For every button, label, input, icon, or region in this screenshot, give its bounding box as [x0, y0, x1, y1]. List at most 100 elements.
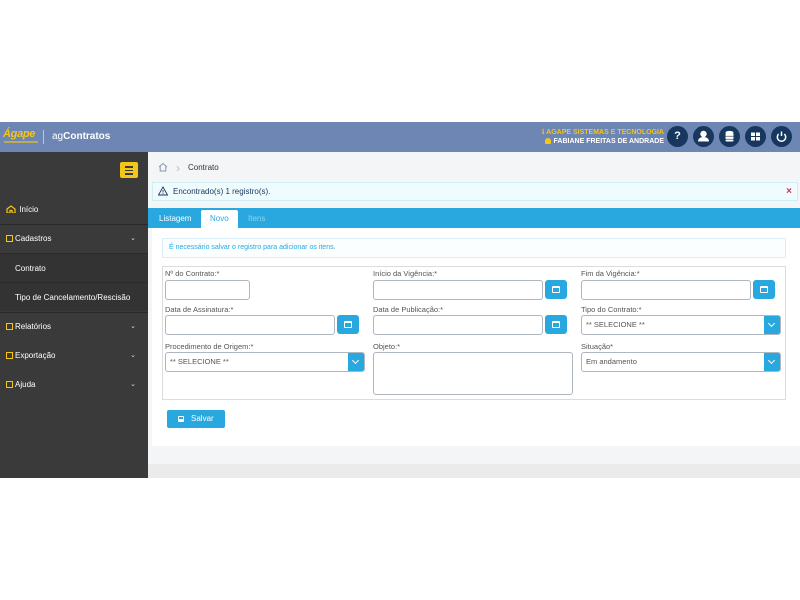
power-icon — [776, 131, 787, 142]
sidebar-item-tipo-cancelamento[interactable]: Tipo de Cancelamento/Rescisão — [0, 282, 148, 311]
user-label: FABIANE FREITAS DE ANDRADE — [553, 138, 664, 145]
chevron-down-icon[interactable] — [764, 353, 780, 371]
fim-vigencia-calendar-button[interactable] — [753, 280, 775, 299]
user-button[interactable] — [693, 126, 714, 147]
alert-message: Encontrado(s) 1 registro(s). — [173, 187, 271, 196]
chevron-down-icon: ⌄ — [130, 323, 136, 330]
data-assinatura-calendar-button[interactable] — [337, 315, 359, 334]
database-button[interactable] — [719, 126, 740, 147]
breadcrumb-current: Contrato — [188, 163, 219, 172]
footer-bar — [148, 464, 800, 478]
modules-icon — [751, 132, 760, 141]
top-bar: Ágape agContratos ℹ AGAPE SISTEMAS E TEC… — [0, 122, 800, 152]
folder-icon — [6, 381, 13, 388]
sidebar: Início Cadastros ⌄ Contrato Tipo de Canc… — [0, 152, 148, 478]
procedimento-origem-value: ** SELECIONE ** — [170, 357, 229, 366]
user-icon — [698, 130, 709, 142]
app-name: agContratos — [52, 131, 110, 142]
chevron-down-icon: ⌄ — [130, 235, 136, 242]
chevron-down-icon: ⌄ — [130, 381, 136, 388]
modules-button[interactable] — [745, 126, 766, 147]
tabs-bar: Listagem Novo Itens — [148, 208, 800, 228]
fim-vigencia-label: Fim da Vigência:* — [581, 269, 640, 278]
sidebar-item-label: Cadastros — [15, 234, 52, 243]
sidebar-item-cadastros[interactable]: Cadastros ⌄ — [0, 224, 148, 253]
info-message: É necessário salvar o registro para adic… — [162, 238, 786, 258]
data-publicacao-calendar-button[interactable] — [545, 315, 567, 334]
user-name: FABIANE FREITAS DE ANDRADE — [544, 138, 664, 145]
save-label: Salvar — [191, 414, 214, 423]
user-small-icon — [544, 138, 551, 144]
situacao-value: Em andamento — [586, 357, 637, 366]
situacao-select[interactable]: Em andamento — [581, 352, 781, 372]
warning-icon — [158, 186, 168, 196]
tipo-contrato-value: ** SELECIONE ** — [586, 320, 645, 329]
help-icon: ? — [674, 130, 681, 142]
chevron-down-icon[interactable] — [348, 353, 364, 371]
objeto-label: Objeto:* — [373, 342, 401, 351]
sidebar-item-ajuda[interactable]: Ajuda ⌄ — [0, 370, 148, 399]
close-icon[interactable]: × — [786, 183, 792, 200]
tipo-contrato-label: Tipo do Contrato:* — [581, 305, 642, 314]
folder-icon — [6, 352, 13, 359]
home-icon[interactable] — [158, 162, 168, 172]
tipo-contrato-select[interactable]: ** SELECIONE ** — [581, 315, 781, 335]
save-button[interactable]: Salvar — [167, 410, 225, 428]
sidebar-item-label: Contrato — [15, 264, 46, 273]
folder-icon — [6, 323, 13, 330]
database-icon — [725, 130, 734, 142]
main-content: › Contrato Encontrado(s) 1 registro(s). … — [148, 152, 800, 478]
inicio-vigencia-input[interactable] — [373, 280, 543, 300]
menu-line — [125, 169, 133, 171]
menu-line — [125, 173, 133, 175]
company-name: ℹ AGAPE SISTEMAS E TECNOLOGIA — [541, 129, 664, 136]
menu-line — [125, 166, 133, 168]
sidebar-item-label: Relatórios — [15, 322, 52, 331]
numero-contrato-input[interactable] — [165, 280, 250, 300]
inicio-vigencia-label: Início da Vigência:* — [373, 269, 438, 278]
procedimento-origem-label: Procedimento de Origem:* — [165, 342, 254, 351]
app-name-bold: Contratos — [63, 131, 111, 142]
floppy-disk-icon — [178, 416, 184, 422]
result-alert: Encontrado(s) 1 registro(s). × — [152, 182, 798, 201]
form-panel: É necessário salvar o registro para adic… — [152, 228, 800, 446]
numero-contrato-label: Nº do Contrato:* — [165, 269, 220, 278]
chevron-down-icon: ⌄ — [130, 352, 136, 359]
inicio-vigencia-calendar-button[interactable] — [545, 280, 567, 299]
calendar-icon — [552, 286, 560, 293]
company-label: AGAPE SISTEMAS E TECNOLOGIA — [546, 129, 664, 136]
home-icon — [6, 205, 16, 213]
calendar-icon — [344, 321, 352, 328]
sidebar-item-contrato[interactable]: Contrato — [0, 253, 148, 282]
menu-toggle-button[interactable] — [120, 162, 138, 178]
power-button[interactable] — [771, 126, 792, 147]
logo-separator — [43, 130, 44, 144]
sidebar-item-exportacao[interactable]: Exportação ⌄ — [0, 341, 148, 370]
data-publicacao-label: Data de Publicação:* — [373, 305, 444, 314]
tab-listagem[interactable]: Listagem — [150, 210, 200, 228]
folder-icon — [6, 235, 13, 242]
sidebar-item-inicio[interactable]: Início — [0, 195, 148, 224]
chevron-down-icon[interactable] — [764, 316, 780, 334]
sidebar-item-label: Início — [19, 205, 39, 214]
sidebar-item-label: Tipo de Cancelamento/Rescisão — [15, 293, 131, 302]
data-publicacao-input[interactable] — [373, 315, 543, 335]
data-assinatura-input[interactable] — [165, 315, 335, 335]
logo-underline — [4, 141, 38, 143]
sidebar-item-label: Exportação — [15, 351, 56, 360]
tab-itens: Itens — [248, 214, 266, 223]
calendar-icon — [760, 286, 768, 293]
breadcrumb-separator: › — [176, 161, 180, 175]
app-name-prefix: ag — [52, 131, 64, 142]
procedimento-origem-select[interactable]: ** SELECIONE ** — [165, 352, 365, 372]
situacao-label: Situação* — [581, 342, 614, 351]
app-window: Ágape agContratos ℹ AGAPE SISTEMAS E TEC… — [0, 122, 800, 478]
sidebar-item-relatorios[interactable]: Relatórios ⌄ — [0, 312, 148, 341]
sidebar-item-label: Ajuda — [15, 380, 36, 389]
fim-vigencia-input[interactable] — [581, 280, 751, 300]
help-button[interactable]: ? — [667, 126, 688, 147]
contract-form: Nº do Contrato:* Início da Vigência:* Fi… — [162, 266, 786, 400]
objeto-textarea[interactable] — [373, 352, 573, 395]
tab-novo[interactable]: Novo — [201, 210, 238, 228]
agape-logo: Ágape — [3, 128, 36, 140]
